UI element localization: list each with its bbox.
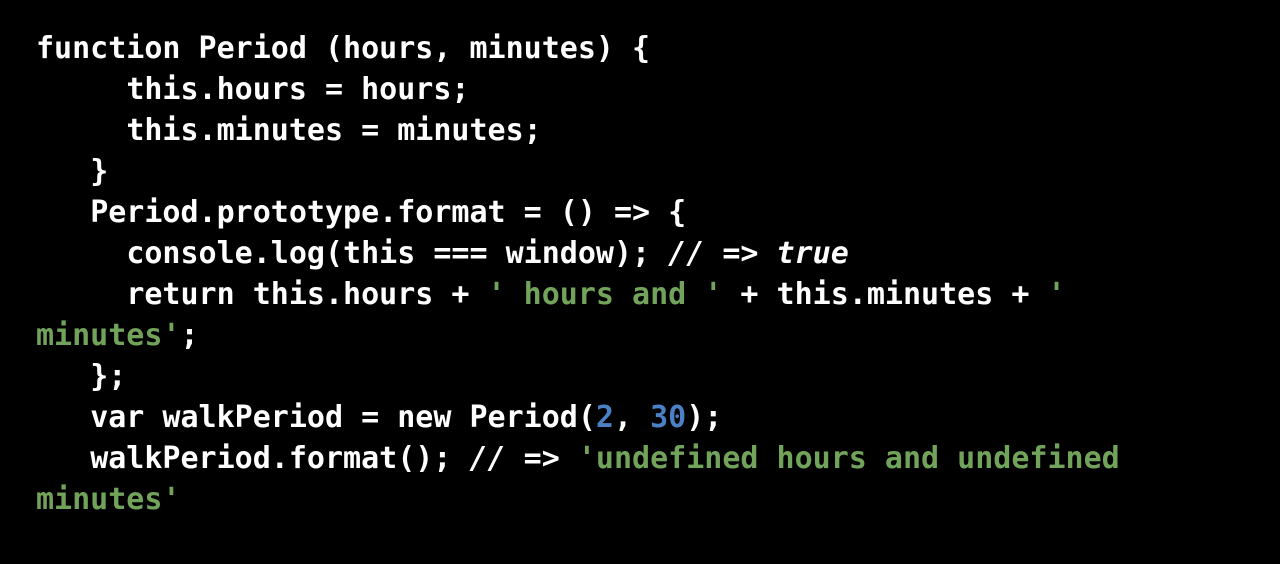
code-block[interactable]: function Period (hours, minutes) { this.… <box>36 28 1246 520</box>
code-line: } <box>36 151 1246 192</box>
code-line: Period.prototype.format = () => { <box>36 192 1246 233</box>
code-token-plain: Period.prototype.format = () => { <box>36 195 687 230</box>
code-token-comment: // => true <box>668 236 849 271</box>
code-line: walkPeriod.format(); // => 'undefined ho… <box>36 438 1246 520</box>
code-token-number: 30 <box>650 400 687 435</box>
code-line: this.hours = hours; <box>36 69 1246 110</box>
code-line: return this.hours + ' hours and ' + this… <box>36 274 1246 356</box>
code-token-plain: } <box>36 154 109 189</box>
code-token-plain: this.minutes = minutes; <box>36 113 542 148</box>
code-token-string: ' hours and ' <box>487 277 723 312</box>
code-token-plain: walkPeriod.format(); <box>36 441 470 476</box>
code-token-plain: ; <box>180 318 199 353</box>
code-line: }; <box>36 356 1246 397</box>
code-line: console.log(this === window); // => true <box>36 233 1246 274</box>
code-token-plain: ); <box>686 400 723 435</box>
code-token-comment: // => <box>469 441 578 476</box>
code-line: function Period (hours, minutes) { <box>36 28 1246 69</box>
code-viewer: function Period (hours, minutes) { this.… <box>0 0 1280 564</box>
code-token-plain: , <box>613 400 651 435</box>
code-token-plain: function Period (hours, minutes) { <box>36 31 651 66</box>
code-token-plain: var walkPeriod = new Period( <box>36 400 596 435</box>
code-line: var walkPeriod = new Period(2, 30); <box>36 397 1246 438</box>
code-token-plain: this.hours = hours; <box>36 72 470 107</box>
code-token-number: 2 <box>595 400 614 435</box>
code-token-plain: console.log(this === window); <box>36 236 669 271</box>
code-token-plain: + this.minutes + <box>722 277 1048 312</box>
code-token-plain: }; <box>36 359 127 394</box>
code-token-plain: return this.hours + <box>36 277 488 312</box>
code-line: this.minutes = minutes; <box>36 110 1246 151</box>
